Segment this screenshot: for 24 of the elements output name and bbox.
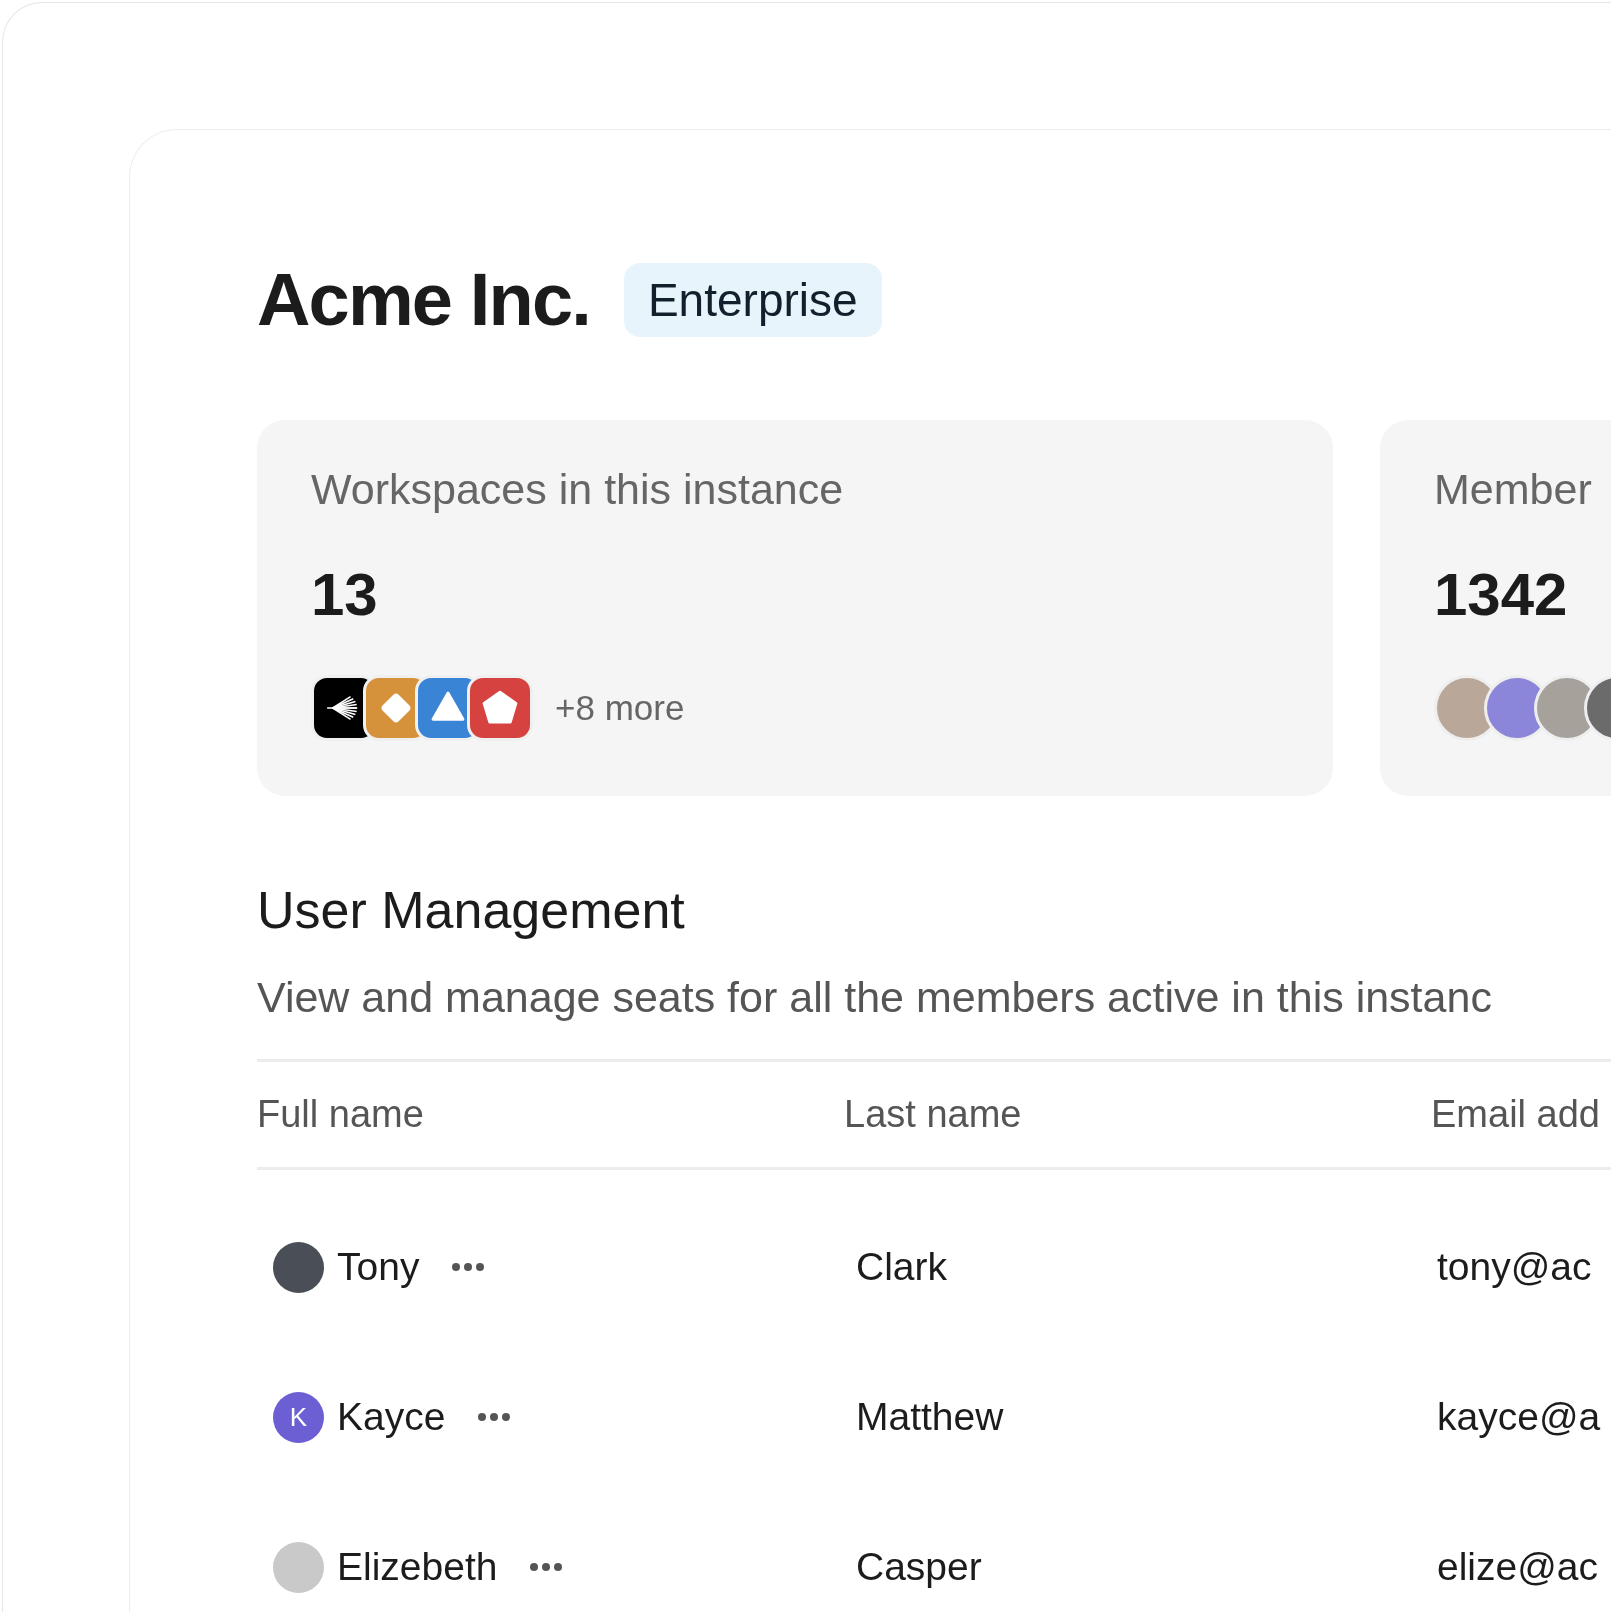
user-email: kayce@a <box>1437 1394 1601 1438</box>
avatar: K <box>273 1391 324 1443</box>
user-email: elize@ac <box>1437 1544 1598 1588</box>
plan-badge: Enterprise <box>623 263 882 337</box>
user-last-name: Casper <box>856 1544 982 1588</box>
section-description: View and manage seats for all the members active in this instanc <box>257 976 1492 1019</box>
column-header: Full name <box>257 1093 424 1135</box>
column-header: Email add <box>1431 1093 1600 1135</box>
more-icon <box>451 1262 486 1272</box>
user-last-name: Matthew <box>856 1394 1004 1438</box>
more-icon <box>477 1412 512 1422</box>
user-first-name: Tony <box>337 1243 420 1290</box>
stat-label: Member <box>1434 468 1592 511</box>
user-first-name: Elizebeth <box>337 1543 498 1590</box>
user-first-name: Kayce <box>337 1393 446 1440</box>
user-email: tony@ac <box>1437 1244 1592 1288</box>
user-last-name: Clark <box>856 1244 947 1288</box>
more-count: +8 more <box>555 686 685 729</box>
more-icon <box>529 1562 564 1572</box>
column-header: Last name <box>844 1093 1022 1135</box>
stat-label: Workspaces in this instance <box>311 468 844 511</box>
stat-value: 13 <box>311 565 378 625</box>
stat-value: 1342 <box>1434 565 1568 625</box>
page-title: Acme Inc. <box>257 263 590 337</box>
